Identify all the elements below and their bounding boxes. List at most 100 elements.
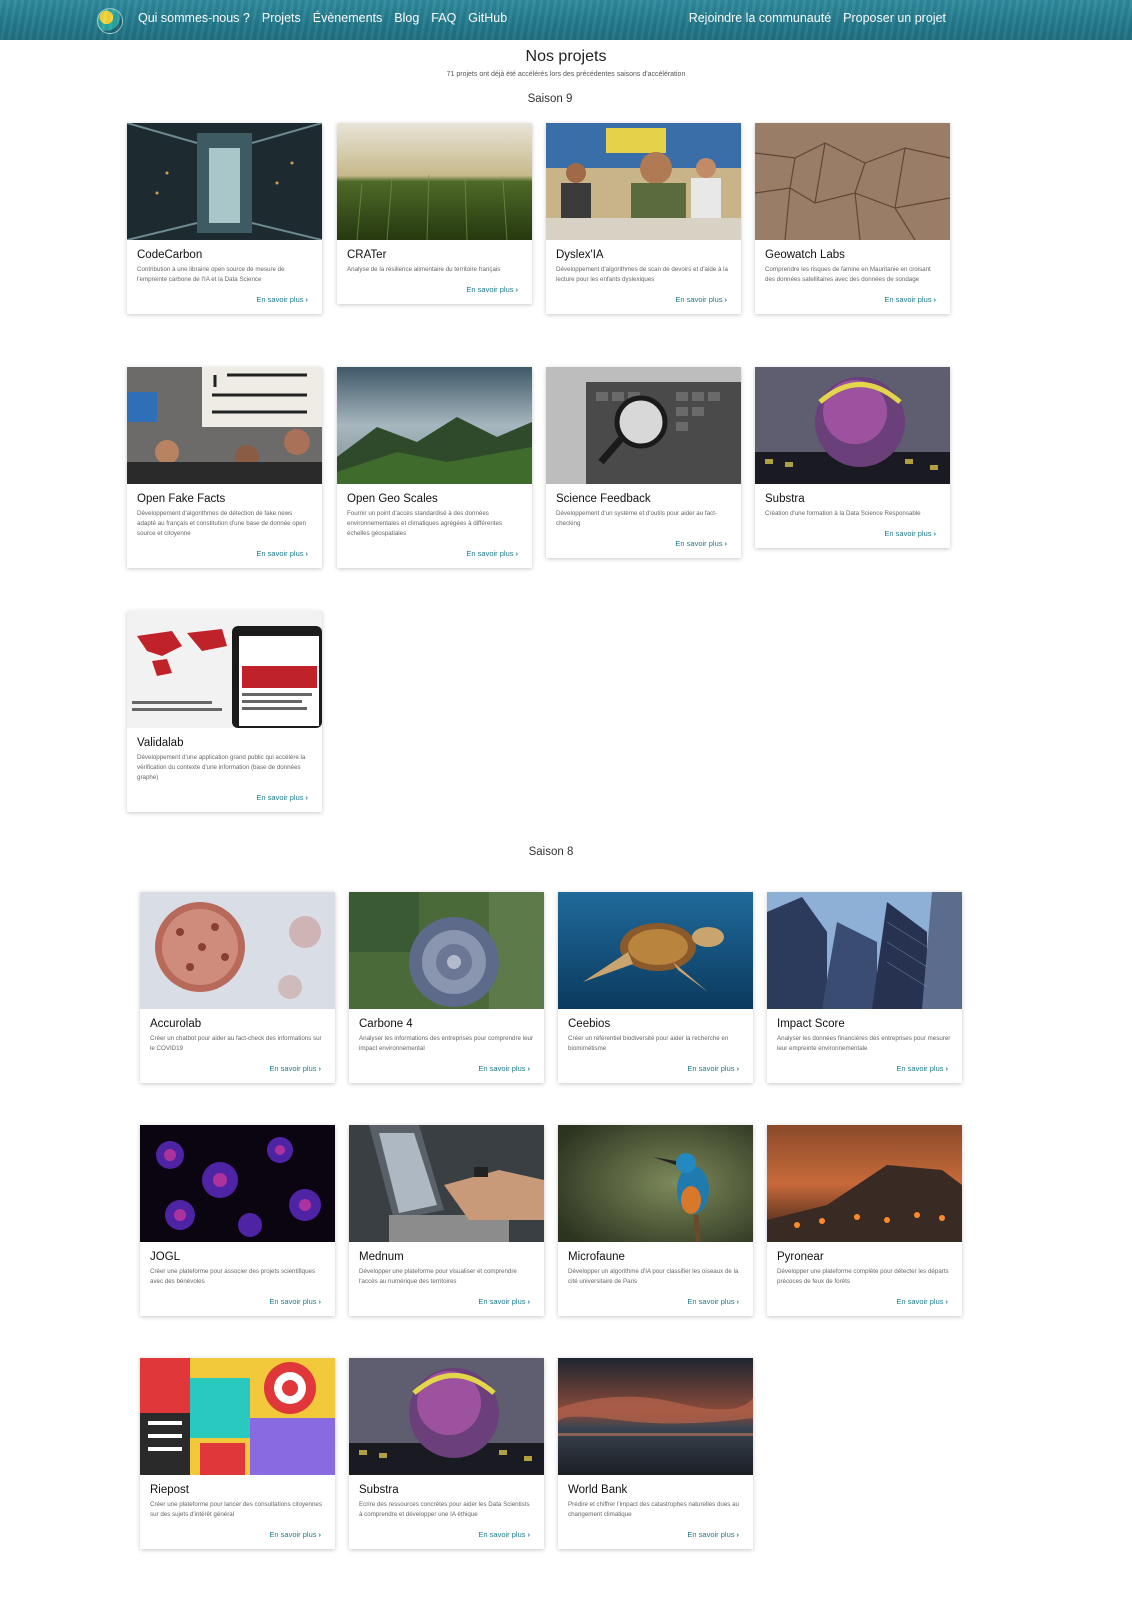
- project-title: Impact Score: [777, 1018, 845, 1030]
- project-card-world-bank[interactable]: World Bank Prédire et chiffrer l'impact …: [558, 1358, 753, 1549]
- chevron-right-icon: ›: [305, 549, 309, 558]
- nav-link-blog[interactable]: Blog: [394, 11, 419, 25]
- learn-more-label: En savoir plus: [466, 285, 514, 294]
- project-description: Fournir un point d'accès standardisé à d…: [347, 510, 503, 537]
- learn-more-link[interactable]: En savoir plus ›: [767, 1297, 962, 1316]
- project-title: Microfaune: [568, 1251, 625, 1263]
- project-card-substra-s8[interactable]: Substra Ecrire des ressources concrètes …: [349, 1358, 544, 1549]
- learn-more-link[interactable]: En savoir plus ›: [140, 1530, 335, 1549]
- chevron-right-icon: ›: [736, 1297, 740, 1306]
- project-description: Créer un référentiel biodiversité pour a…: [568, 1035, 729, 1052]
- project-image-ceebios: [558, 892, 753, 1009]
- project-card-open-geo-scales[interactable]: Open Geo Scales Fournir un point d'accès…: [337, 367, 532, 568]
- project-card-impact-score[interactable]: Impact Score Analyser les données financ…: [767, 892, 962, 1083]
- project-card-mednum[interactable]: Mednum Développer une plateforme pour vi…: [349, 1125, 544, 1316]
- project-image-science-feedback: [546, 367, 741, 484]
- project-card-jogl[interactable]: JOGL Créer une plateforme pour associer …: [140, 1125, 335, 1316]
- project-title: World Bank: [568, 1484, 628, 1496]
- project-image-accurolab: [140, 892, 335, 1009]
- project-image-dyslexia: [546, 123, 741, 240]
- chevron-right-icon: ›: [945, 1297, 949, 1306]
- learn-more-link[interactable]: En savoir plus ›: [546, 295, 741, 314]
- project-title: Substra: [765, 493, 805, 505]
- learn-more-link[interactable]: En savoir plus ›: [558, 1297, 753, 1316]
- project-description: Créer un chatbot pour aider au fact-chec…: [150, 1035, 322, 1052]
- project-image-mednum: [349, 1125, 544, 1242]
- nav-link-propose-project[interactable]: Proposer un projet: [843, 11, 946, 25]
- project-title: Open Fake Facts: [137, 493, 226, 505]
- project-card-codecarbon[interactable]: CodeCarbon Contribution à une librairie …: [127, 123, 322, 314]
- project-card-pyronear[interactable]: Pyronear Développer une plateforme compl…: [767, 1125, 962, 1316]
- project-card-ceebios[interactable]: Ceebios Créer un référentiel biodiversit…: [558, 892, 753, 1083]
- learn-more-label: En savoir plus: [269, 1530, 317, 1539]
- learn-more-link[interactable]: En savoir plus ›: [558, 1064, 753, 1083]
- learn-more-link[interactable]: En savoir plus ›: [755, 295, 950, 314]
- nav-link-events[interactable]: Évènements: [313, 11, 382, 25]
- chevron-right-icon: ›: [318, 1530, 322, 1539]
- project-image-geowatch: [755, 123, 950, 240]
- learn-more-link[interactable]: En savoir plus ›: [127, 295, 322, 314]
- project-title: Science Feedback: [556, 493, 651, 505]
- chevron-right-icon: ›: [736, 1064, 740, 1073]
- project-card-riepost[interactable]: Riepost Créer une plateforme pour lancer…: [140, 1358, 335, 1549]
- project-title: Validalab: [137, 737, 184, 749]
- chevron-right-icon: ›: [515, 285, 519, 294]
- nav-link-projects[interactable]: Projets: [262, 11, 301, 25]
- chevron-right-icon: ›: [933, 295, 937, 304]
- learn-more-link[interactable]: En savoir plus ›: [546, 539, 741, 558]
- project-description: Créer une plateforme pour associer des p…: [150, 1268, 316, 1285]
- project-image-jogl: [140, 1125, 335, 1242]
- nav-link-faq[interactable]: FAQ: [431, 11, 456, 25]
- learn-more-label: En savoir plus: [256, 295, 304, 304]
- learn-more-link[interactable]: En savoir plus ›: [140, 1064, 335, 1083]
- learn-more-label: En savoir plus: [687, 1064, 735, 1073]
- nav-link-about[interactable]: Qui sommes-nous ?: [138, 11, 250, 25]
- chevron-right-icon: ›: [736, 1530, 740, 1539]
- learn-more-link[interactable]: En savoir plus ›: [337, 285, 532, 304]
- top-navbar: Qui sommes-nous ? Projets Évènements Blo…: [0, 0, 1132, 40]
- chevron-right-icon: ›: [724, 295, 728, 304]
- learn-more-link[interactable]: En savoir plus ›: [127, 793, 322, 812]
- learn-more-link[interactable]: En savoir plus ›: [349, 1297, 544, 1316]
- project-description: Analyse de la résilience alimentaire du …: [347, 266, 501, 273]
- learn-more-link[interactable]: En savoir plus ›: [127, 549, 322, 568]
- project-title: Pyronear: [777, 1251, 824, 1263]
- learn-more-label: En savoir plus: [466, 549, 514, 558]
- project-card-geowatch-labs[interactable]: Geowatch Labs Comprendre les risques de …: [755, 123, 950, 314]
- project-card-dyslexia[interactable]: Dyslex'IA Développement d'algorithmes de…: [546, 123, 741, 314]
- project-description: Développer un algorithme d'IA pour class…: [568, 1268, 739, 1285]
- project-image-carbone-4: [349, 892, 544, 1009]
- learn-more-label: En savoir plus: [478, 1297, 526, 1306]
- project-title: Riepost: [150, 1484, 189, 1496]
- learn-more-link[interactable]: En savoir plus ›: [558, 1530, 753, 1549]
- chevron-right-icon: ›: [527, 1297, 531, 1306]
- project-card-crater[interactable]: CRATer Analyse de la résilience alimenta…: [337, 123, 532, 304]
- learn-more-label: En savoir plus: [884, 295, 932, 304]
- project-card-science-feedback[interactable]: Science Feedback Développement d'un syst…: [546, 367, 741, 558]
- nav-link-github[interactable]: GitHub: [468, 11, 507, 25]
- season-title-9: Saison 9: [527, 93, 573, 105]
- learn-more-label: En savoir plus: [269, 1064, 317, 1073]
- learn-more-link[interactable]: En savoir plus ›: [349, 1530, 544, 1549]
- learn-more-link[interactable]: En savoir plus ›: [349, 1064, 544, 1083]
- project-card-substra[interactable]: Substra Création d'une formation à la Da…: [755, 367, 950, 548]
- project-title: Open Geo Scales: [347, 493, 438, 505]
- learn-more-link[interactable]: En savoir plus ›: [755, 529, 950, 548]
- chevron-right-icon: ›: [933, 529, 937, 538]
- project-card-validalab[interactable]: Validalab Développement d'une applicatio…: [127, 611, 322, 812]
- project-card-accurolab[interactable]: Accurolab Créer un chatbot pour aider au…: [140, 892, 335, 1083]
- project-card-open-fake-facts[interactable]: Open Fake Facts Développement d'algorith…: [127, 367, 322, 568]
- season-title-8: Saison 8: [528, 846, 574, 858]
- learn-more-link[interactable]: En savoir plus ›: [140, 1297, 335, 1316]
- project-title: Ceebios: [568, 1018, 611, 1030]
- project-card-carbone-4[interactable]: Carbone 4 Analyser les informations des …: [349, 892, 544, 1083]
- project-title: Mednum: [359, 1251, 404, 1263]
- project-card-microfaune[interactable]: Microfaune Développer un algorithme d'IA…: [558, 1125, 753, 1316]
- learn-more-link[interactable]: En savoir plus ›: [767, 1064, 962, 1083]
- learn-more-link[interactable]: En savoir plus ›: [337, 549, 532, 568]
- nav-cta-links: Rejoindre la communauté Proposer un proj…: [689, 11, 946, 25]
- logo-icon[interactable]: [97, 8, 123, 34]
- chevron-right-icon: ›: [318, 1064, 322, 1073]
- project-image-pyronear: [767, 1125, 962, 1242]
- nav-link-join-community[interactable]: Rejoindre la communauté: [689, 11, 831, 25]
